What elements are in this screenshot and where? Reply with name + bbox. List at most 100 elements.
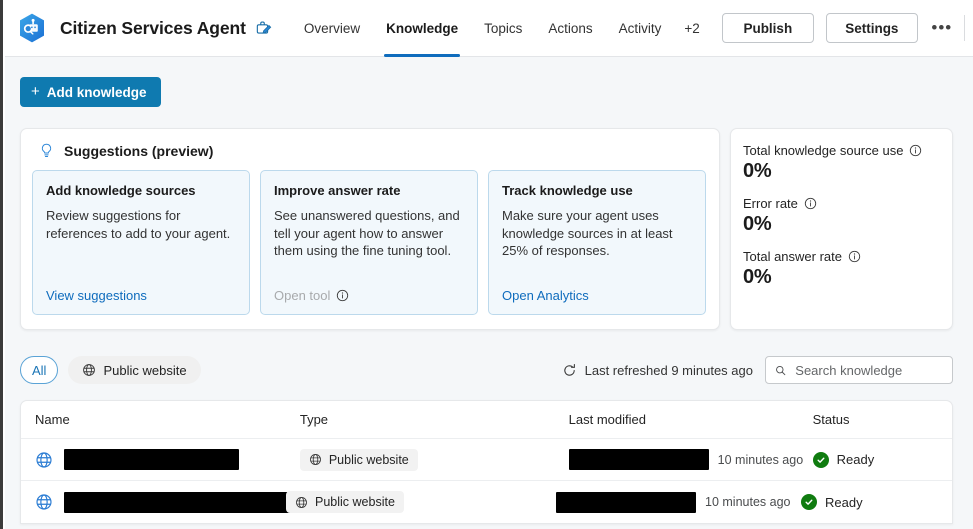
tab-overflow-count[interactable]: +2 [674,0,709,57]
redacted-name [64,491,292,513]
table-row[interactable]: Public website 10 minutes ago Ready [21,439,952,481]
card-link-label: View suggestions [46,288,147,303]
search-icon [776,365,786,375]
info-icon[interactable] [804,197,817,210]
suggestion-card-add-knowledge-sources[interactable]: Add knowledge sources Review suggestions… [32,170,250,315]
add-knowledge-label: Add knowledge [46,84,147,100]
stat-label: Error rate [743,196,952,211]
tab-topics[interactable]: Topics [471,0,535,57]
table-header-row: Name Type Last modified Status [21,401,952,439]
refresh-icon[interactable] [562,363,577,378]
main-nav: Overview Knowledge Topics Actions Activi… [291,0,710,57]
type-chip: Public website [299,448,418,471]
card-title: Improve answer rate [274,183,401,198]
tab-overview[interactable]: Overview [291,0,373,57]
column-header-last-modified[interactable]: Last modified [569,412,813,427]
card-body: Review suggestions for references to add… [46,208,231,241]
column-header-status[interactable]: Status [813,412,952,427]
modified-time: 10 minutes ago [717,452,804,467]
open-analytics-link[interactable]: Open Analytics [502,288,589,303]
tab-actions-label: Actions [548,20,593,36]
cell-status: Ready [801,494,941,510]
globe-icon [36,494,52,510]
stat-error-rate: Error rate 0% [743,196,952,236]
info-icon[interactable] [848,250,861,263]
tab-activity-label: Activity [618,20,662,36]
card-link-label: Open Analytics [502,288,589,303]
stat-label: Total knowledge source use [743,143,952,158]
suggestion-card-improve-answer-rate[interactable]: Improve answer rate See unanswered quest… [260,170,478,315]
tab-actions[interactable]: Actions [535,0,605,57]
tab-topics-label: Topics [484,20,523,36]
more-options-icon[interactable]: ••• [928,14,956,42]
type-chip: Public website [286,491,404,513]
stat-label: Total answer rate [743,249,952,264]
globe-icon [36,451,52,468]
suggestion-card-track-knowledge-use[interactable]: Track knowledge use Make sure your agent… [488,170,706,315]
filter-chip-all[interactable]: All [20,356,59,384]
cell-status: Ready [812,451,952,468]
info-icon[interactable] [909,144,922,157]
last-refreshed[interactable]: Last refreshed 9 minutes ago [562,363,753,378]
type-chip-label: Public website [315,495,395,509]
lightbulb-icon [41,143,52,157]
tab-knowledge[interactable]: Knowledge [373,0,471,57]
knowledge-table: Name Type Last modified Status Public we… [20,400,953,524]
card-title: Add knowledge sources [46,183,196,198]
stat-value: 0% [743,160,772,182]
cell-name [35,449,300,470]
publish-button[interactable]: Publish [721,13,814,43]
stat-total-answer-rate: Total answer rate 0% [743,249,952,289]
tab-activity[interactable]: Activity [606,0,675,57]
status-check-icon [812,451,829,468]
filter-chip-public-website-label: Public website [103,362,187,378]
settings-button[interactable]: Settings [825,13,918,43]
globe-icon [83,364,96,376]
suggestion-cards: Add knowledge sources Review suggestions… [21,159,719,315]
last-refreshed-text: Last refreshed 9 minutes ago [584,362,753,378]
modified-time: 10 minutes ago [705,495,791,509]
card-link-label: Open tool [274,288,331,303]
stat-value: 0% [743,266,772,288]
search-knowledge-box[interactable] [765,356,953,384]
stat-label-text: Error rate [743,196,798,211]
view-suggestions-link[interactable]: View suggestions [46,288,147,303]
suggestions-title: Suggestions (preview) [64,142,214,159]
globe-icon [296,496,307,508]
plus-icon: + [31,82,40,100]
card-title: Track knowledge use [502,183,633,198]
cell-name [35,491,301,513]
filter-chip-public-website[interactable]: Public website [68,356,201,384]
redacted-modified [568,449,709,470]
status-check-icon [801,494,817,510]
redacted-modified [556,491,696,513]
status-badge: Ready [836,452,875,467]
briefcase-edit-icon[interactable] [255,19,273,37]
card-body: Make sure your agent uses knowledge sour… [502,208,673,258]
globe-icon [309,454,321,465]
header-actions: Publish Settings ••• Test [710,13,973,43]
cell-last-modified: 10 minutes ago [568,449,813,470]
window-left-edge-inner [3,0,5,529]
column-header-name[interactable]: Name [35,412,300,427]
stat-value: 0% [743,213,772,235]
knowledge-stats-panel: Total knowledge source use 0% Error rate… [730,128,953,330]
tab-knowledge-label: Knowledge [386,20,459,36]
app-header: Citizen Services Agent Overview Knowledg… [0,0,973,57]
search-input[interactable] [793,361,943,379]
stat-total-knowledge-source-use: Total knowledge source use 0% [743,143,952,183]
open-tool-link: Open tool [274,288,349,303]
cell-type: Public website [299,448,569,471]
page-title: Citizen Services Agent [60,17,246,38]
info-icon[interactable] [336,289,349,302]
table-row[interactable]: Public website 10 minutes ago Ready [21,481,952,523]
card-body: See unanswered questions, and tell your … [274,208,460,258]
add-knowledge-button[interactable]: + Add knowledge [20,77,161,107]
column-header-type[interactable]: Type [300,412,569,427]
filter-row: All Public website Last refreshed 9 minu… [20,355,953,385]
redacted-name [64,449,239,470]
type-chip-label: Public website [328,452,409,467]
cell-last-modified: 10 minutes ago [556,491,801,513]
header-divider [963,15,965,41]
tab-overview-label: Overview [303,20,361,36]
